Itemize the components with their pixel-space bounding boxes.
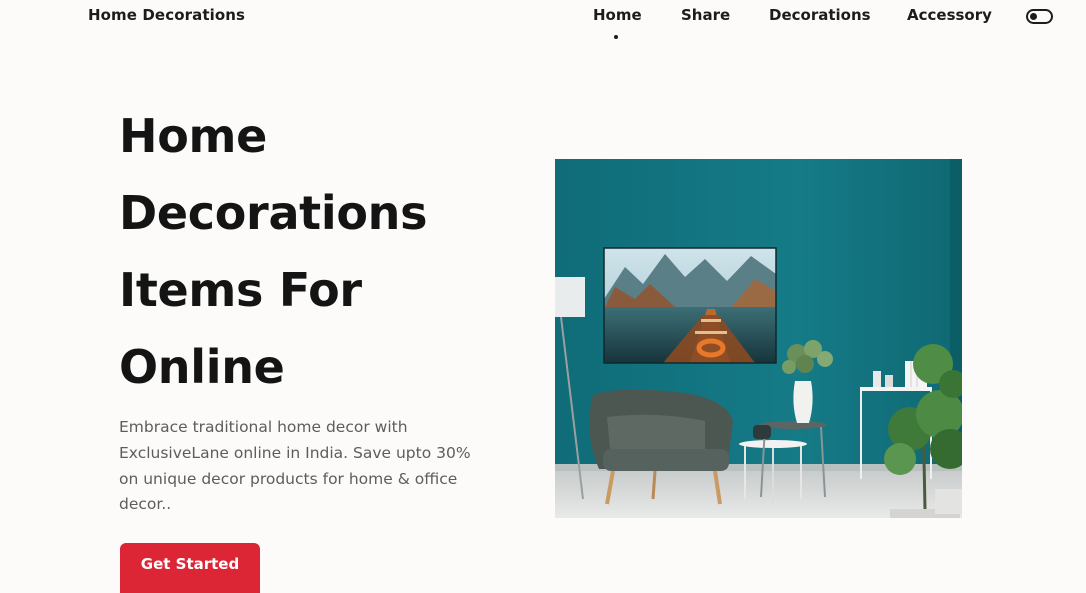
toggle-icon xyxy=(1030,12,1037,20)
hero-title-line: Online xyxy=(119,340,285,394)
nav-item-accessory[interactable]: Accessory xyxy=(907,6,992,24)
hero-image xyxy=(555,159,962,518)
nav-item-home[interactable]: Home xyxy=(593,6,642,24)
theme-toggle-button[interactable] xyxy=(1026,9,1053,24)
nav-item-share[interactable]: Share xyxy=(681,6,730,24)
living-room-photo xyxy=(555,159,962,518)
hero-title-line: Items For xyxy=(119,263,362,317)
get-started-button[interactable]: Get Started xyxy=(120,543,260,593)
active-nav-indicator xyxy=(614,35,618,39)
hero-title-line: Home xyxy=(119,109,268,163)
hero-title: Home Decorations Items For Online xyxy=(119,98,499,406)
hero-description: Embrace traditional home decor with Excl… xyxy=(119,418,471,514)
main-nav: Home Share Decorations Accessory xyxy=(0,6,1086,36)
nav-item-decorations[interactable]: Decorations xyxy=(769,6,871,24)
hero-title-line: Decorations xyxy=(119,186,428,240)
